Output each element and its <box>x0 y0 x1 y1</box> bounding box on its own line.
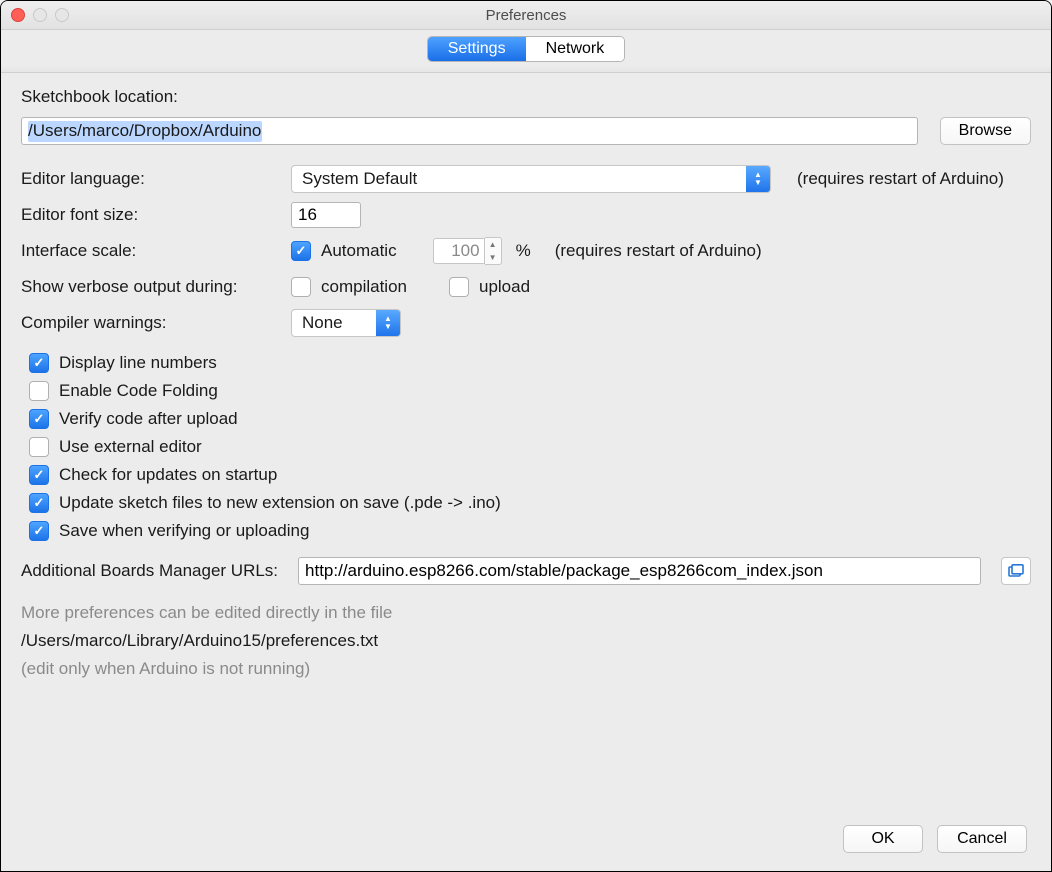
titlebar: Preferences <box>1 1 1051 30</box>
verbose-upload-checkbox[interactable]: upload <box>449 277 530 297</box>
cancel-button[interactable]: Cancel <box>937 825 1027 853</box>
verify-after-upload-checkbox[interactable]: Verify code after upload <box>21 409 1031 429</box>
tab-settings[interactable]: Settings <box>428 37 526 61</box>
use-external-editor-checkbox[interactable]: Use external editor <box>21 437 1031 457</box>
checkbox-icon <box>29 409 49 429</box>
window-stack-icon <box>1008 564 1024 578</box>
editor-language-select[interactable]: System Default <box>291 165 771 193</box>
checkbox-icon <box>29 521 49 541</box>
interface-scale-hint: (requires restart of Arduino) <box>555 241 762 261</box>
tab-network[interactable]: Network <box>526 37 625 61</box>
update-extension-checkbox[interactable]: Update sketch files to new extension on … <box>21 493 1031 513</box>
editor-font-size-label: Editor font size: <box>21 205 281 225</box>
checkbox-icon <box>29 465 49 485</box>
dialog-footer: OK Cancel <box>1 807 1051 871</box>
sketchbook-location-label: Sketchbook location: <box>21 87 1031 107</box>
interface-scale-stepper[interactable]: ▲▼ <box>433 237 502 265</box>
open-boards-urls-dialog-button[interactable] <box>1001 557 1031 585</box>
enable-code-folding-checkbox[interactable]: Enable Code Folding <box>21 381 1031 401</box>
editor-font-size-input[interactable] <box>291 202 361 228</box>
checkbox-icon <box>29 353 49 373</box>
save-when-verifying-checkbox[interactable]: Save when verifying or uploading <box>21 521 1031 541</box>
checkbox-icon <box>29 437 49 457</box>
boards-urls-label: Additional Boards Manager URLs: <box>21 561 278 581</box>
check-updates-checkbox[interactable]: Check for updates on startup <box>21 465 1031 485</box>
interface-scale-automatic-checkbox[interactable]: Automatic <box>291 241 397 261</box>
ok-button[interactable]: OK <box>843 825 923 853</box>
browse-button[interactable]: Browse <box>940 117 1031 145</box>
checkbox-icon <box>29 493 49 513</box>
compiler-warnings-label: Compiler warnings: <box>21 313 281 333</box>
chevron-updown-icon <box>376 310 400 336</box>
chevron-updown-icon <box>746 166 770 192</box>
display-line-numbers-checkbox[interactable]: Display line numbers <box>21 353 1031 373</box>
tab-bar: Settings Network <box>1 30 1051 73</box>
interface-scale-label: Interface scale: <box>21 241 281 261</box>
editor-language-hint: (requires restart of Arduino) <box>797 169 1004 189</box>
compiler-warnings-select[interactable]: None <box>291 309 401 337</box>
more-prefs-path: /Users/marco/Library/Arduino15/preferenc… <box>21 631 1031 651</box>
interface-scale-value[interactable] <box>433 238 485 264</box>
window-title: Preferences <box>1 7 1051 24</box>
percent-sign: % <box>516 241 531 261</box>
checkbox-icon <box>449 277 469 297</box>
checkbox-icon <box>291 241 311 261</box>
boards-urls-input[interactable] <box>298 557 981 585</box>
more-prefs-hint-2: (edit only when Arduino is not running) <box>21 659 1031 679</box>
checkbox-icon <box>29 381 49 401</box>
sketchbook-location-input[interactable]: /Users/marco/Dropbox/Arduino <box>21 117 918 145</box>
tabs-segmented: Settings Network <box>427 36 626 62</box>
more-prefs-hint-1: More preferences can be edited directly … <box>21 603 1031 623</box>
stepper-icon: ▲▼ <box>485 237 502 265</box>
settings-pane: Sketchbook location: /Users/marco/Dropbo… <box>1 73 1051 807</box>
verbose-compilation-checkbox[interactable]: compilation <box>291 277 407 297</box>
verbose-label: Show verbose output during: <box>21 277 281 297</box>
preferences-window: Preferences Settings Network Sketchbook … <box>0 0 1052 872</box>
checkbox-icon <box>291 277 311 297</box>
editor-language-label: Editor language: <box>21 169 281 189</box>
